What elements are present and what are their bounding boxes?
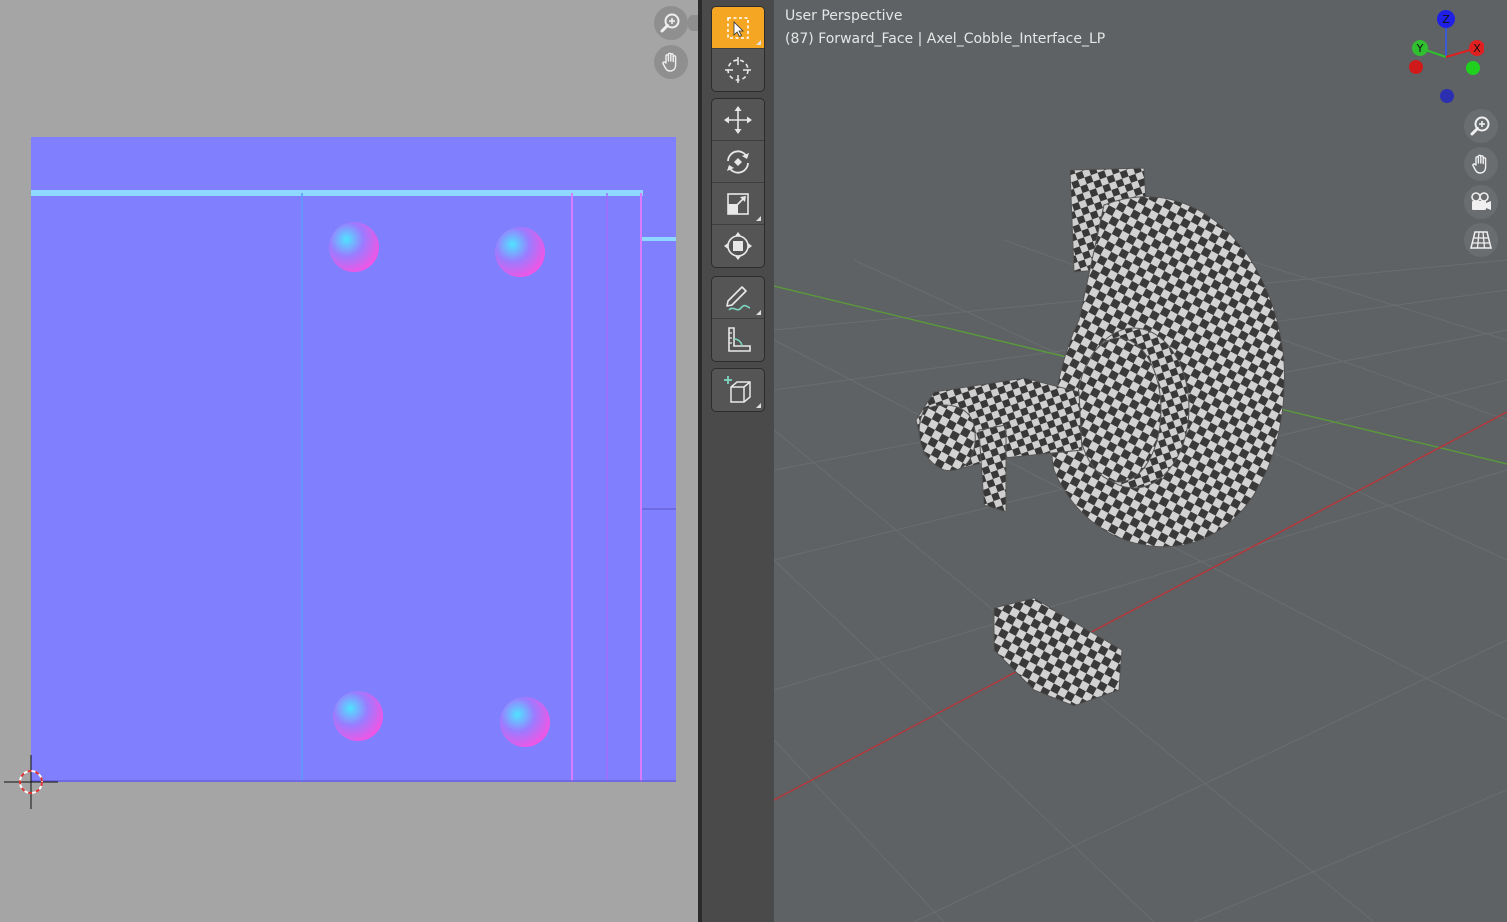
tool-options-corner-icon: [756, 216, 761, 221]
move-icon: [724, 105, 752, 134]
uv-editor-area[interactable]: [0, 0, 698, 922]
select-box-icon: [727, 16, 749, 39]
active-object-label: (87) Forward_Face | Axel_Cobble_Interfac…: [785, 31, 1106, 47]
3d-cursor-icon[interactable]: [4, 755, 58, 809]
measure-tool-button[interactable]: [712, 319, 764, 361]
annotate-pencil-icon: [726, 285, 751, 311]
measure-ruler-icon: [728, 327, 751, 352]
viewport-camera-button[interactable]: [1464, 185, 1498, 219]
tool-group-select: [711, 6, 765, 92]
camera-icon: [1471, 192, 1491, 210]
viewport-grid-view-button[interactable]: [1464, 223, 1498, 257]
scale-icon: [727, 192, 749, 215]
grid-perspective-icon: [1470, 231, 1492, 249]
tool-options-corner-icon: [756, 310, 761, 315]
normal-map-image: [31, 137, 676, 782]
add-cube-icon: [724, 376, 751, 403]
zoom-icon: [660, 13, 680, 33]
viewport-pan-button[interactable]: [1464, 147, 1498, 181]
uv-zoom-button[interactable]: [654, 6, 688, 40]
transform-tool-button[interactable]: [712, 225, 764, 267]
gizmo-z-label: Z: [1442, 13, 1450, 26]
gizmo-neg-x-axis[interactable]: [1409, 60, 1423, 74]
checker-model: [915, 167, 1285, 707]
uv-pan-button[interactable]: [654, 45, 688, 79]
gizmo-neg-z-axis[interactable]: [1440, 89, 1454, 103]
scale-tool-button[interactable]: [712, 183, 764, 225]
tool-options-corner-icon: [756, 403, 761, 408]
normal-map-details: [31, 190, 676, 782]
cursor-icon: [725, 57, 751, 83]
region-toggle-arrow-icon[interactable]: [688, 15, 698, 31]
viewport-scene: [774, 167, 1507, 922]
gizmo-y-label: Y: [1416, 42, 1424, 55]
tool-group-add: [711, 368, 765, 412]
transform-icon: [724, 232, 752, 260]
navigation-gizmo[interactable]: Z Y X: [1404, 8, 1484, 104]
rotate-tool-button[interactable]: [712, 141, 764, 183]
select-box-tool-button[interactable]: [712, 7, 764, 49]
viewport-title: User Perspective: [785, 8, 903, 24]
cursor-tool-button[interactable]: [712, 49, 764, 91]
tool-group-annotate: [711, 276, 765, 362]
move-tool-button[interactable]: [712, 99, 764, 141]
gizmo-neg-y-axis[interactable]: [1466, 61, 1480, 75]
hand-icon: [662, 52, 677, 72]
3d-viewport[interactable]: User Perspective (87) Forward_Face | Axe…: [774, 0, 1507, 922]
zoom-icon: [1470, 116, 1490, 136]
tool-group-transform: [711, 98, 765, 268]
rotate-icon: [727, 149, 749, 174]
tool-shelf: [702, 0, 774, 922]
tool-options-corner-icon: [756, 40, 761, 45]
gizmo-x-label: X: [1473, 42, 1481, 55]
viewport-zoom-button[interactable]: [1464, 109, 1498, 143]
add-cube-tool-button[interactable]: [712, 369, 764, 411]
hand-icon: [1472, 154, 1487, 174]
annotate-tool-button[interactable]: [712, 277, 764, 319]
